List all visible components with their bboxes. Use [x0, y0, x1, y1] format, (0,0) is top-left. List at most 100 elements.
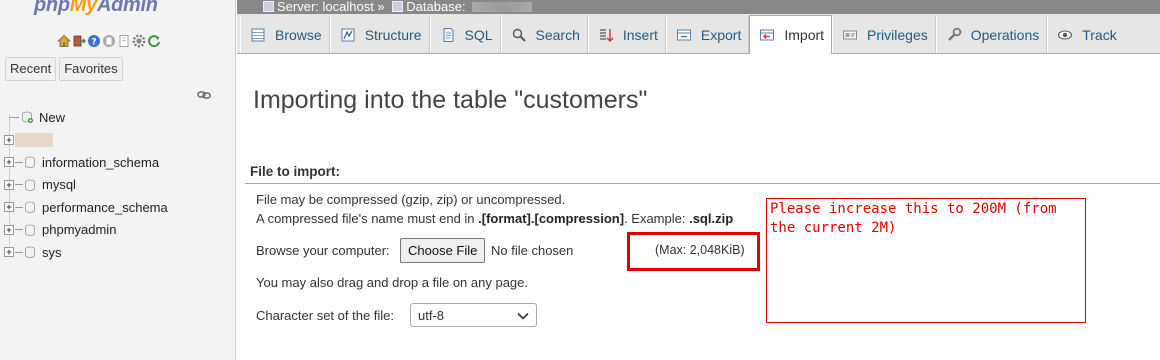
- help-icon[interactable]: ?: [87, 34, 101, 48]
- tree-item-label: New: [39, 109, 66, 125]
- tree-branch: [15, 184, 23, 186]
- tab-label: Structure: [364, 26, 422, 43]
- drag-drop-hint: You may also drag and drop a file on any…: [256, 275, 528, 290]
- link-icon[interactable]: [197, 88, 211, 103]
- navigation-panel: phpMyAdmin ? Recent Favorites New + + in…: [0, 0, 236, 360]
- browse-icon: [250, 27, 266, 43]
- operations-icon: [946, 27, 962, 43]
- recent-favorites-buttons: Recent Favorites: [5, 57, 123, 81]
- highlight-box: [627, 232, 760, 271]
- tree-item-label: information_schema: [42, 154, 160, 170]
- expand-icon[interactable]: +: [4, 179, 14, 190]
- tab-tracking[interactable]: Track: [1047, 16, 1123, 53]
- tab-insert[interactable]: Insert: [587, 16, 666, 53]
- annotation-text: Please increase this to 200M (from the c…: [770, 201, 1057, 236]
- database-icon: [24, 224, 36, 236]
- insert-icon: [598, 27, 614, 43]
- tab-label: Import: [784, 27, 825, 43]
- tab-operations[interactable]: Operations: [935, 16, 1048, 53]
- tab-label: Operations: [970, 26, 1040, 43]
- breadcrumb: Server: localhost » Database:: [237, 0, 1160, 14]
- phpmyadmin-logo[interactable]: phpMyAdmin: [34, 0, 158, 17]
- database-icon: [24, 156, 36, 169]
- redacted-database-name: [15, 132, 53, 147]
- tab-label: Browse: [275, 26, 322, 43]
- tab-privileges[interactable]: Privileges: [832, 16, 936, 53]
- annotation-note: Please increase this to 200M (from the c…: [766, 198, 1086, 323]
- copy-icon[interactable]: [117, 34, 131, 48]
- choose-file-button[interactable]: Choose File: [400, 238, 486, 263]
- import-icon: [759, 27, 775, 43]
- tree-item-database[interactable]: + information_schema: [4, 151, 168, 174]
- database-tree: New + + information_schema + mysql + per…: [4, 106, 168, 264]
- section-divider: [245, 183, 1160, 184]
- new-database-icon: [21, 111, 33, 124]
- tab-import[interactable]: Import: [749, 15, 833, 54]
- tree-item-label: sys: [42, 244, 62, 260]
- filename-info-mid: . Example:: [624, 211, 690, 226]
- browse-label: Browse your computer:: [256, 243, 390, 258]
- database-icon: [24, 246, 36, 259]
- tree-item-new[interactable]: New: [4, 106, 168, 129]
- settings-icon[interactable]: [132, 34, 146, 48]
- tree-branch: [9, 116, 19, 118]
- nav-icon-bar: ?: [57, 34, 161, 48]
- tree-item-label: performance_schema: [42, 199, 168, 215]
- database-icon: [392, 1, 404, 12]
- redacted-database-name: [471, 2, 532, 12]
- database-icon: [24, 179, 36, 191]
- tab-bar: Browse Structure SQL Search Insert Expor…: [237, 14, 1160, 54]
- expand-icon[interactable]: +: [4, 247, 14, 258]
- search-icon: [511, 27, 527, 43]
- compression-info: File may be compressed (gzip, zip) or un…: [256, 192, 566, 207]
- sql-icon: [440, 27, 456, 43]
- tab-structure[interactable]: Structure: [329, 16, 430, 53]
- tree-branch: [15, 206, 23, 208]
- filename-info: A compressed file's name must end in .[f…: [256, 211, 733, 226]
- charset-label: Character set of the file:: [256, 308, 395, 323]
- tree-item-database[interactable]: + mysql: [4, 174, 168, 197]
- tab-label: Export: [700, 26, 742, 43]
- tab-label: Track: [1082, 26, 1117, 43]
- tree-item-label: phpmyadmin: [42, 222, 117, 238]
- tab-label: Search: [535, 26, 580, 43]
- reload-icon[interactable]: [147, 34, 161, 48]
- tree-branch: [15, 161, 23, 163]
- svg-text:?: ?: [91, 38, 96, 48]
- tracking-icon: [1057, 27, 1073, 43]
- tree-item-label: mysql: [42, 177, 76, 193]
- tree-item-database[interactable]: +: [4, 129, 168, 152]
- charset-value: utf-8: [418, 307, 445, 323]
- chevron-down-icon: [517, 308, 529, 323]
- tab-sql[interactable]: SQL: [429, 16, 501, 53]
- tab-label: SQL: [464, 26, 493, 43]
- server-icon: [263, 1, 274, 12]
- favorites-button[interactable]: Favorites: [59, 57, 123, 81]
- filename-example: .sql.zip: [689, 211, 734, 226]
- tree-item-database[interactable]: + performance_schema: [4, 196, 168, 219]
- tree-item-database[interactable]: + sys: [4, 241, 168, 264]
- tab-search[interactable]: Search: [500, 16, 588, 53]
- section-title: File to import:: [250, 164, 340, 179]
- tab-browse[interactable]: Browse: [240, 16, 330, 53]
- filename-format: .[format].[compression]: [478, 211, 625, 226]
- breadcrumb-database[interactable]: Database:: [406, 0, 465, 14]
- privileges-icon: [842, 27, 858, 43]
- expand-icon[interactable]: +: [4, 224, 14, 235]
- expand-icon[interactable]: +: [4, 202, 14, 213]
- file-status: No file chosen: [491, 243, 574, 258]
- recent-button[interactable]: Recent: [5, 57, 57, 81]
- charset-select[interactable]: utf-8: [410, 303, 537, 327]
- tab-label: Insert: [622, 26, 658, 43]
- tree-branch: [15, 251, 23, 253]
- home-icon[interactable]: [57, 34, 71, 48]
- logout-icon[interactable]: [72, 34, 86, 48]
- breadcrumb-server[interactable]: Server: localhost »: [277, 0, 385, 14]
- filename-info-prefix: A compressed file's name must end in: [256, 211, 479, 226]
- docs-icon[interactable]: [102, 34, 116, 48]
- tab-export[interactable]: Export: [665, 16, 750, 53]
- tree-item-database[interactable]: + phpmyadmin: [4, 219, 168, 242]
- export-icon: [676, 27, 692, 43]
- expand-icon[interactable]: +: [4, 134, 14, 145]
- expand-icon[interactable]: +: [4, 157, 14, 168]
